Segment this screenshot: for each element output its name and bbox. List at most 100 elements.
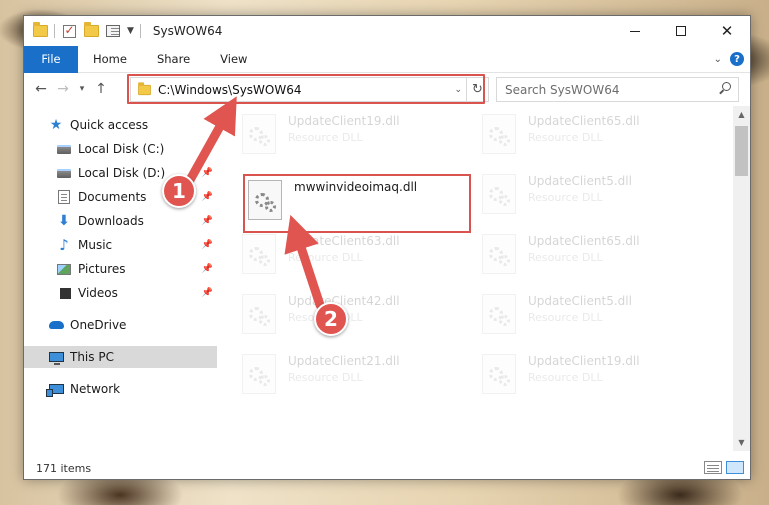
toolbar-divider bbox=[54, 24, 55, 38]
help-icon[interactable]: ? bbox=[730, 52, 744, 66]
documents-icon bbox=[56, 189, 72, 205]
expand-ribbon-chevron-icon[interactable]: ⌄ bbox=[714, 54, 722, 65]
properties-icon[interactable] bbox=[105, 23, 121, 39]
file-type: Resource DLL bbox=[528, 311, 603, 324]
sidebar-item-label: Music bbox=[78, 238, 113, 252]
sidebar-item-local-disk-c[interactable]: Local Disk (C:) 📌 bbox=[24, 138, 217, 160]
vertical-scrollbar[interactable]: ▲ ▼ bbox=[733, 106, 750, 451]
properties-check-icon[interactable] bbox=[61, 23, 77, 39]
star-icon: ★ bbox=[49, 117, 63, 133]
videos-icon bbox=[56, 285, 72, 301]
file-tile[interactable]: UpdateClient19.dll Resource DLL bbox=[242, 112, 462, 162]
pin-icon[interactable]: 📌 bbox=[202, 192, 213, 202]
network-icon bbox=[45, 381, 64, 397]
navigation-row: ← → ▾ ↑ C:\Windows\SysWOW64 ⌄ ↻ Search S… bbox=[24, 74, 750, 104]
up-arrow-icon[interactable]: ↑ bbox=[90, 81, 112, 97]
view-toggle bbox=[704, 461, 744, 474]
sidebar-item-label: Videos bbox=[78, 286, 118, 300]
maximize-button[interactable] bbox=[658, 16, 704, 46]
dll-file-icon bbox=[242, 294, 276, 334]
disk-icon bbox=[56, 141, 72, 157]
dll-file-icon bbox=[482, 114, 516, 154]
downloads-icon: ⬇ bbox=[58, 213, 70, 229]
tab-share[interactable]: Share bbox=[142, 46, 205, 73]
pin-icon[interactable]: 📌 bbox=[202, 240, 213, 250]
file-tile[interactable]: UpdateClient65.dll Resource DLL bbox=[482, 232, 702, 282]
disk-icon bbox=[56, 165, 72, 181]
sidebar-item-music[interactable]: ♪ Music 📌 bbox=[24, 234, 217, 256]
forward-arrow-icon[interactable]: → bbox=[52, 81, 74, 97]
pictures-icon bbox=[56, 261, 72, 277]
new-folder-icon[interactable] bbox=[83, 22, 99, 39]
file-name: UpdateClient42.dll bbox=[288, 294, 400, 308]
sidebar-item-network[interactable]: Network bbox=[24, 378, 217, 400]
file-tile[interactable]: UpdateClient42.dllResource DLL bbox=[242, 292, 462, 342]
window-title: SysWOW64 bbox=[152, 24, 223, 38]
file-tile[interactable]: UpdateClient5.dll Resource DLL bbox=[482, 292, 702, 342]
sidebar-item-onedrive[interactable]: OneDrive bbox=[24, 314, 217, 336]
sidebar-item-videos[interactable]: Videos 📌 bbox=[24, 282, 217, 304]
file-name: UpdateClient19.dll bbox=[528, 354, 640, 368]
sidebar-item-label: Pictures bbox=[78, 262, 126, 276]
scroll-up-arrow-icon[interactable]: ▲ bbox=[733, 106, 750, 123]
recent-locations-chevron-icon[interactable]: ▾ bbox=[74, 84, 90, 94]
tab-view[interactable]: View bbox=[205, 46, 262, 73]
pin-icon[interactable]: 📌 bbox=[202, 288, 213, 298]
file-type: Resource DLL bbox=[288, 251, 363, 264]
file-type: Resource DLL bbox=[528, 131, 603, 144]
customize-toolbar-chevron-icon[interactable]: ▼ bbox=[127, 26, 134, 36]
window-controls: ✕ bbox=[612, 16, 750, 46]
minimize-button[interactable] bbox=[612, 16, 658, 46]
toolbar-divider bbox=[139, 24, 141, 38]
dll-file-icon bbox=[482, 234, 516, 274]
sidebar-item-label: Downloads bbox=[78, 214, 144, 228]
file-tile[interactable]: UpdateClient65.dll Resource DLL bbox=[482, 112, 702, 162]
details-view-icon[interactable] bbox=[704, 461, 722, 474]
pin-icon[interactable]: 📌 bbox=[202, 264, 213, 274]
tab-file[interactable]: File bbox=[24, 45, 78, 73]
dll-file-icon bbox=[242, 114, 276, 154]
file-highlight-box bbox=[243, 174, 471, 233]
sidebar-item-downloads[interactable]: ⬇ Downloads 📌 bbox=[24, 210, 217, 232]
file-name: UpdateClient21.dll bbox=[288, 354, 400, 368]
pin-icon[interactable]: 📌 bbox=[202, 216, 213, 226]
file-name: UpdateClient65.dll bbox=[528, 234, 640, 248]
close-button[interactable]: ✕ bbox=[704, 16, 750, 46]
dll-file-icon bbox=[242, 234, 276, 274]
file-tile[interactable]: UpdateClient63.dll Resource DLL bbox=[242, 232, 462, 282]
title-bar: ▼ SysWOW64 ✕ bbox=[24, 16, 750, 46]
pin-icon[interactable]: 📌 bbox=[202, 144, 213, 154]
ribbon-tabs: File Home Share View ⌄ ? bbox=[24, 45, 750, 73]
file-tile[interactable]: UpdateClient5.dll Resource DLL bbox=[482, 172, 702, 222]
sidebar-item-pictures[interactable]: Pictures 📌 bbox=[24, 258, 217, 280]
scroll-down-arrow-icon[interactable]: ▼ bbox=[733, 434, 750, 451]
file-name: UpdateClient5.dll bbox=[528, 294, 632, 308]
address-highlight-box bbox=[127, 74, 485, 104]
ribbon-right-controls: ⌄ ? bbox=[714, 52, 744, 66]
dll-file-icon bbox=[482, 174, 516, 214]
file-name: UpdateClient63.dll bbox=[288, 234, 400, 248]
tab-home[interactable]: Home bbox=[78, 46, 142, 73]
file-tile[interactable]: UpdateClient21.dll Resource DLL bbox=[242, 352, 462, 402]
sidebar-item-label: Documents bbox=[78, 190, 147, 204]
file-list: UpdateClient19.dll Resource DLL UpdateCli… bbox=[242, 106, 734, 451]
dll-file-icon bbox=[242, 354, 276, 394]
sidebar-item-this-pc[interactable]: This PC bbox=[24, 346, 217, 368]
file-name: UpdateClient5.dll bbox=[528, 174, 632, 188]
dll-file-icon bbox=[482, 354, 516, 394]
search-icon[interactable] bbox=[718, 82, 732, 96]
file-type: Resource DLL bbox=[528, 251, 603, 264]
search-input[interactable]: Search SysWOW64 bbox=[496, 77, 739, 102]
pin-icon[interactable]: 📌 bbox=[202, 168, 213, 178]
music-icon: ♪ bbox=[59, 236, 69, 254]
sidebar-item-quick-access[interactable]: ★ Quick access bbox=[24, 114, 217, 136]
sidebar-item-label: Local Disk (D:) bbox=[78, 166, 166, 180]
file-name: UpdateClient65.dll bbox=[528, 114, 640, 128]
file-tile[interactable]: UpdateClient19.dll Resource DLL bbox=[482, 352, 702, 402]
large-icons-view-icon[interactable] bbox=[726, 461, 744, 474]
scrollbar-thumb[interactable] bbox=[735, 126, 748, 176]
navigation-pane: ★ Quick access Local Disk (C:) 📌 Local D… bbox=[24, 106, 217, 451]
sidebar-item-label: Quick access bbox=[70, 118, 149, 132]
sidebar-item-label: This PC bbox=[70, 350, 114, 364]
back-arrow-icon[interactable]: ← bbox=[30, 81, 52, 97]
